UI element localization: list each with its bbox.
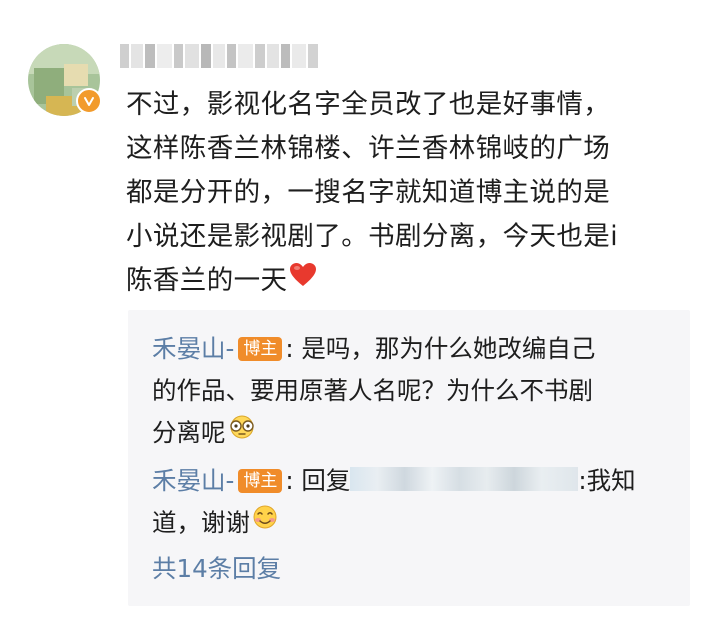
- reply-item: 禾晏山- 博主: 是吗，那为什么她改编自己 的作品、要用原著人名呢？为什么不书剧 …: [152, 328, 682, 455]
- reply-separator: :: [285, 334, 294, 363]
- speechless-face-icon: [227, 411, 257, 453]
- reply-text: 是吗，那为什么她改编自己: [293, 334, 596, 363]
- red-heart-icon: [289, 258, 317, 302]
- blogger-badge: 博主: [238, 337, 283, 361]
- blogger-badge: 博主: [238, 469, 283, 493]
- reply-separator: :: [285, 466, 294, 495]
- comment-line: 小说还是影视剧了。书剧分离，今天也是i: [126, 221, 618, 252]
- reply-author-link[interactable]: 禾晏山-: [152, 334, 234, 363]
- verified-badge-icon: [76, 88, 102, 114]
- reply-item: 禾晏山- 博主: 回复 :我知 道，谢谢: [152, 460, 682, 545]
- reply-text: 道，谢谢: [152, 508, 250, 537]
- reply-text: 分离呢: [152, 418, 226, 447]
- comment-line: 这样陈香兰林锦楼、许兰香林锦岐的广场: [126, 133, 611, 164]
- username-blurred[interactable]: [120, 44, 318, 68]
- comment-body: 不过，影视化名字全员改了也是好事情， 这样陈香兰林锦楼、许兰香林锦岐的广场 都是…: [126, 83, 686, 304]
- mentioned-user-blurred[interactable]: [350, 467, 579, 491]
- comment-line: 陈香兰的一天: [126, 265, 288, 296]
- smiling-face-icon: [251, 501, 279, 543]
- reply-prefix: 回复: [293, 466, 351, 495]
- comment-line-last: 陈香兰的一天: [126, 259, 686, 304]
- reply-text: 的作品、要用原著人名呢？为什么不书剧: [152, 376, 593, 405]
- view-all-replies-link[interactable]: 共14条回复: [152, 548, 281, 590]
- comment-line: 都是分开的，一搜名字就知道博主说的是: [126, 177, 611, 208]
- replies-panel: 禾晏山- 博主: 是吗，那为什么她改编自己 的作品、要用原著人名呢？为什么不书剧 …: [128, 310, 690, 606]
- reply-suffix: :我知: [578, 466, 636, 495]
- comment-line: 不过，影视化名字全员改了也是好事情，: [126, 89, 611, 120]
- comment-screen: 不过，影视化名字全员改了也是好事情， 这样陈香兰林锦楼、许兰香林锦岐的广场 都是…: [0, 0, 719, 619]
- avatar[interactable]: [28, 44, 102, 116]
- reply-author-link[interactable]: 禾晏山-: [152, 466, 234, 495]
